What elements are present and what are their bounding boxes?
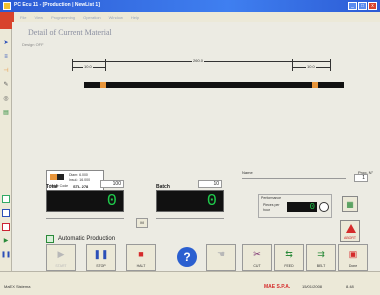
dimension-lines: 10.0 260.0 10.0	[68, 58, 334, 73]
menu-programming[interactable]: Programming	[51, 15, 75, 20]
auto-production-label: Automatic Production	[58, 236, 116, 242]
pause-small-icon[interactable]: ❚❚	[1, 251, 11, 259]
app-icon	[3, 2, 11, 10]
minimize-button[interactable]: _	[348, 2, 357, 10]
page-title: Detail of Current Material	[28, 28, 112, 37]
align-icon[interactable]: ≡	[2, 53, 10, 61]
abort-button[interactable]: ABORT	[340, 220, 360, 242]
main-panel: Detail of Current Material Design OFF 10…	[12, 22, 380, 271]
belt-icon: ⇉	[317, 249, 325, 259]
close-button[interactable]: x	[368, 2, 377, 10]
performance-label-2: hour	[263, 208, 271, 212]
material-swatch-core	[57, 174, 64, 180]
hand-icon: ☚	[216, 249, 226, 259]
belt-button[interactable]: ⇉ BELT	[306, 244, 336, 271]
halt-label: HALT	[136, 264, 146, 268]
blue-square-icon[interactable]	[2, 209, 10, 217]
play-small-icon[interactable]: ▶	[2, 237, 10, 245]
status-brand: MAE S.P.A.	[264, 284, 291, 290]
material-insul: Insul.: 16.000	[69, 178, 91, 182]
strip-left	[100, 82, 106, 88]
feed-icon: ⇆	[285, 249, 293, 259]
help-button[interactable]: ?	[177, 247, 197, 267]
status-date: 15/01/2008	[302, 284, 323, 289]
sheet-button[interactable]: ▦	[342, 196, 358, 212]
total-counter-value: 0	[106, 192, 117, 211]
belt-label: BELT	[316, 264, 326, 268]
done-icon: ▣	[348, 249, 358, 259]
pencil-icon[interactable]: ✎	[2, 81, 10, 89]
start-label: START	[55, 264, 67, 268]
abort-label: ABORT	[344, 236, 356, 240]
red-square-icon[interactable]	[2, 223, 10, 231]
performance-panel: Performance Pieces per hour 0	[258, 194, 332, 218]
sheet-icon: ▦	[346, 199, 354, 209]
dim-total-value: 260.0	[192, 58, 205, 63]
start-button[interactable]: ▶ START	[46, 244, 76, 271]
status-bar: MaEX Sistema MAE S.P.A. 15/01/2008 8.48	[0, 271, 380, 295]
m-button[interactable]: M	[136, 218, 148, 228]
total-set-field[interactable]: 100	[100, 180, 124, 188]
action-toolbar: ▶ START ❚❚ STOP ■ HALT ? ☚ ✂ CUT ⇆ FEED …	[46, 244, 368, 271]
design-label: Design OFF	[22, 42, 44, 47]
auto-production[interactable]: Automatic Production	[46, 235, 115, 243]
pause-icon: ❚❚	[93, 249, 109, 259]
window-title: PC Ecu 11 - [Production | NewList 1]	[14, 2, 100, 8]
halt-button[interactable]: ■ HALT	[126, 244, 156, 271]
play-icon: ▶	[57, 249, 65, 259]
stop-button[interactable]: ❚❚ STOP	[86, 244, 116, 271]
stop-icon: ■	[138, 249, 144, 259]
dim-left-value: 10.0	[83, 64, 93, 69]
status-system: MaEX Sistema	[4, 284, 31, 289]
wire-icon[interactable]: ⊣	[2, 67, 10, 75]
program-name-label: Name	[242, 170, 253, 175]
title-bar: PC Ecu 11 - [Production | NewList 1] _ □…	[0, 0, 380, 12]
total-counter-display: 0	[46, 190, 124, 212]
green-square-icon[interactable]	[2, 195, 10, 203]
menu-file[interactable]: File	[20, 15, 26, 20]
menu-operation[interactable]: Operation	[83, 15, 101, 20]
menu-view[interactable]: View	[34, 15, 43, 20]
feed-label: FEED	[284, 264, 294, 268]
side-toolbar: ➤ ≡ ⊣ ✎ ◎ ▤ ▶ ❚❚	[0, 29, 12, 271]
total-progress	[46, 218, 124, 219]
dim-tick	[330, 59, 331, 71]
reel-icon[interactable]: ◎	[2, 95, 10, 103]
dim-right-value: 10.0	[306, 64, 316, 69]
menu-window[interactable]: Window	[109, 15, 123, 20]
done-button[interactable]: ▣ Done	[338, 244, 368, 271]
maximize-button[interactable]: □	[358, 2, 367, 10]
batch-progress	[156, 218, 224, 219]
batch-set-field[interactable]: 10	[198, 180, 222, 188]
performance-value: 0	[309, 202, 315, 212]
program-name-field[interactable]	[242, 178, 346, 179]
strip-right	[312, 82, 318, 88]
status-time: 8.48	[346, 284, 354, 289]
menu-help[interactable]: Help	[131, 15, 139, 20]
batch-counter-value: 0	[206, 192, 217, 211]
done-label: Done	[348, 264, 358, 268]
manual-button[interactable]: ☚	[206, 244, 236, 271]
window-controls: _ □ x	[348, 2, 377, 10]
warning-icon	[346, 224, 356, 233]
performance-title: Performance	[261, 196, 282, 200]
material-diam: Diam: 6.000	[69, 173, 88, 177]
auto-production-checkbox[interactable]	[46, 235, 54, 243]
performance-label-1: Pieces per	[263, 203, 280, 207]
stop-label: STOP	[96, 264, 106, 268]
program-number-field[interactable]: 1	[354, 174, 368, 182]
pointer-icon[interactable]: ➤	[2, 39, 10, 47]
feed-button[interactable]: ⇆ FEED	[274, 244, 304, 271]
clock-icon	[319, 202, 329, 212]
cut-button[interactable]: ✂ CUT	[242, 244, 272, 271]
wire-bar	[84, 82, 344, 88]
cut-icon: ✂	[253, 249, 261, 259]
batch-counter-display: 0	[156, 190, 224, 212]
cut-label: CUT	[253, 264, 261, 268]
performance-display: 0	[287, 202, 317, 212]
menu-bar: File View Programming Operation Window H…	[14, 12, 380, 22]
material-code-value: STL 278	[73, 184, 89, 189]
document-icon[interactable]: ▤	[2, 109, 10, 117]
